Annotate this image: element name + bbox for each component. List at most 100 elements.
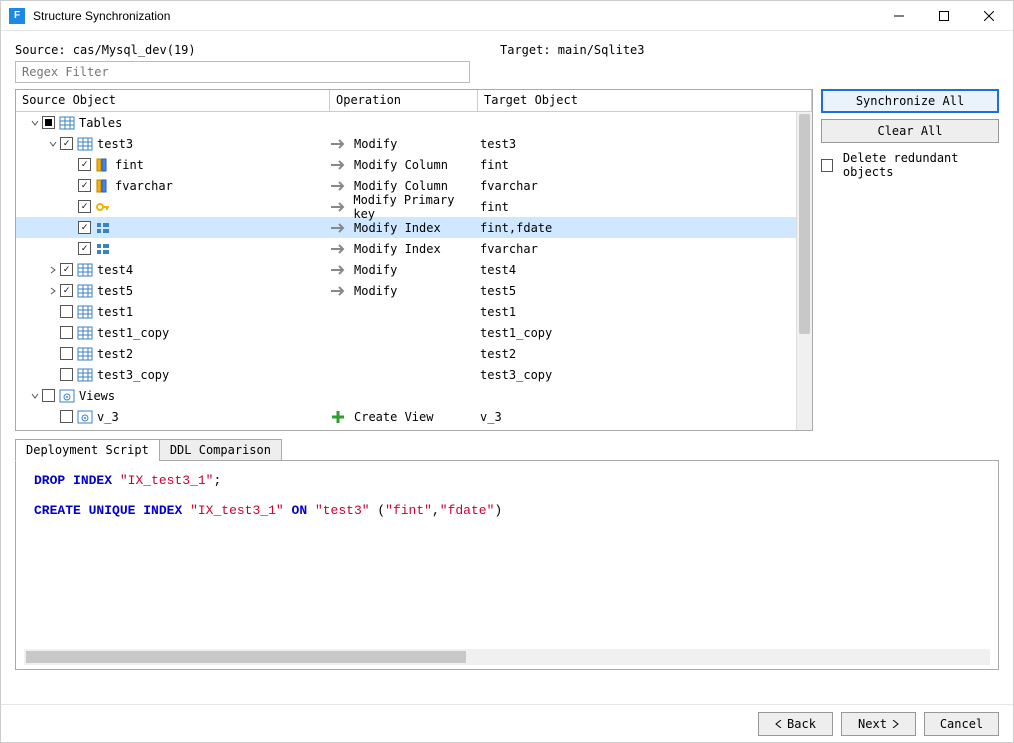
tree-row[interactable]: test1test1 (16, 301, 812, 322)
index-icon (95, 220, 111, 236)
tree-row[interactable]: v_3Create Viewv_3 (16, 406, 812, 427)
row-checkbox[interactable] (60, 347, 73, 360)
target-text: test1_copy (478, 326, 812, 340)
vertical-scrollbar[interactable] (796, 112, 812, 430)
twisty-icon (64, 221, 78, 235)
titlebar: F Structure Synchronization (1, 1, 1013, 31)
regex-filter-input[interactable] (15, 61, 470, 83)
row-label: test1_copy (97, 326, 169, 340)
row-label: Views (79, 389, 115, 403)
row-checkbox[interactable] (78, 221, 91, 234)
tree-row[interactable]: test2test2 (16, 343, 812, 364)
twisty-icon (46, 347, 60, 361)
header-operation[interactable]: Operation (330, 90, 478, 111)
table-icon (77, 304, 93, 320)
footer: Back Next Cancel (1, 704, 1013, 742)
twisty-icon (46, 305, 60, 319)
column-icon (95, 157, 111, 173)
row-checkbox[interactable] (60, 410, 73, 423)
twisty-icon[interactable] (28, 116, 42, 130)
tree-row[interactable]: test5Modifytest5 (16, 280, 812, 301)
close-button[interactable] (966, 2, 1011, 30)
operation-text: Modify (354, 263, 397, 277)
operation-text: Modify Column (354, 158, 448, 172)
table-icon (77, 346, 93, 362)
row-checkbox[interactable] (60, 284, 73, 297)
tree-row[interactable]: test3Modifytest3 (16, 133, 812, 154)
row-checkbox[interactable] (42, 389, 55, 402)
tree-row[interactable]: test1_copy test1_copy (16, 322, 812, 343)
actions-panel: Synchronize All Clear All Delete redunda… (821, 89, 999, 431)
twisty-icon (64, 179, 78, 193)
target-label: Target: main/Sqlite3 (500, 43, 645, 57)
tab-deployment-script[interactable]: Deployment Script (15, 439, 160, 461)
operation-text: Modify Column (354, 179, 448, 193)
tree-row[interactable]: Modify Primary keyfint (16, 196, 812, 217)
target-text: v_3 (478, 410, 812, 424)
twisty-icon[interactable] (46, 137, 60, 151)
row-checkbox[interactable] (78, 158, 91, 171)
tree-row[interactable]: Modify Indexfvarchar (16, 238, 812, 259)
twisty-icon[interactable] (46, 284, 60, 298)
row-checkbox[interactable] (42, 116, 55, 129)
operation-text: Modify Primary key (353, 193, 478, 221)
next-button[interactable]: Next (841, 712, 916, 736)
tree-row[interactable]: Modify Indexfint,fdate (16, 217, 812, 238)
operation-text: Create View (354, 410, 433, 424)
row-checkbox[interactable] (78, 200, 91, 213)
view-icon (77, 409, 93, 425)
row-checkbox[interactable] (60, 326, 73, 339)
operation-icon (330, 199, 345, 215)
key-icon (95, 199, 111, 215)
window-title: Structure Synchronization (33, 9, 876, 23)
operation-icon (330, 262, 346, 278)
twisty-icon (46, 326, 60, 340)
synchronize-all-button[interactable]: Synchronize All (821, 89, 999, 113)
maximize-button[interactable] (921, 2, 966, 30)
tree-row[interactable]: test4Modifytest4 (16, 259, 812, 280)
tree-row[interactable]: Tables (16, 112, 812, 133)
app-icon: F (9, 8, 25, 24)
row-label: test2 (97, 347, 133, 361)
row-checkbox[interactable] (60, 305, 73, 318)
operation-icon (330, 241, 346, 257)
tree-row[interactable]: v_4Create Viewv_4 (16, 427, 812, 430)
view-folder-icon (59, 388, 75, 404)
twisty-icon[interactable] (46, 263, 60, 277)
target-text: test5 (478, 284, 812, 298)
row-label: fint (115, 158, 144, 172)
index-icon (95, 241, 111, 257)
script-text[interactable]: DROP INDEX "IX_test3_1";CREATE UNIQUE IN… (34, 473, 980, 645)
back-button[interactable]: Back (758, 712, 833, 736)
row-checkbox[interactable] (60, 137, 73, 150)
window: F Structure Synchronization Source: cas/… (0, 0, 1014, 743)
clear-all-button[interactable]: Clear All (821, 119, 999, 143)
twisty-icon (64, 200, 78, 214)
row-checkbox[interactable] (78, 242, 91, 255)
header-source[interactable]: Source Object (16, 90, 330, 111)
row-label: test1 (97, 305, 133, 319)
operation-icon (330, 157, 346, 173)
tree-row[interactable]: Views (16, 385, 812, 406)
tree-row[interactable]: fintModify Columnfint (16, 154, 812, 175)
operation-text: Modify Index (354, 242, 441, 256)
twisty-icon[interactable] (28, 389, 42, 403)
minimize-button[interactable] (876, 2, 921, 30)
row-checkbox[interactable] (78, 179, 91, 192)
operation-icon (330, 430, 346, 431)
table-icon (77, 325, 93, 341)
tab-ddl-comparison[interactable]: DDL Comparison (159, 439, 282, 461)
row-label: test4 (97, 263, 133, 277)
cancel-button[interactable]: Cancel (924, 712, 999, 736)
source-label: Source: cas/Mysql_dev(19) (15, 43, 500, 57)
operation-icon (330, 325, 346, 341)
tree-row[interactable]: test3_copytest3_copy (16, 364, 812, 385)
table-icon (77, 367, 93, 383)
delete-redundant-checkbox[interactable] (821, 159, 833, 172)
row-checkbox[interactable] (60, 263, 73, 276)
table-icon (77, 136, 93, 152)
horizontal-scrollbar[interactable] (24, 649, 990, 665)
row-checkbox[interactable] (60, 368, 73, 381)
header-target[interactable]: Target Object (478, 90, 812, 111)
row-label: test3_copy (97, 368, 169, 382)
